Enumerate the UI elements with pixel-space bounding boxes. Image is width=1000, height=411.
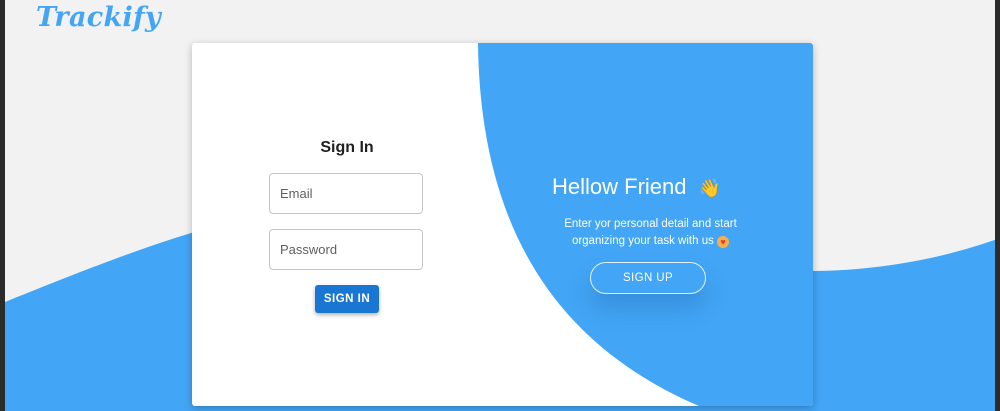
app-logo: Trackify <box>36 2 161 33</box>
signin-button[interactable]: SIGN IN <box>315 285 379 313</box>
signup-button-label: SIGN UP <box>622 272 674 284</box>
auth-card: Sign In Email Password SIGN IN Hellow Fr… <box>192 43 813 406</box>
signin-title: Sign In <box>320 139 374 156</box>
welcome-line-2: organizing your task with us <box>571 235 714 247</box>
welcome-description: Enter yor personal detail and start orga… <box>542 216 759 250</box>
window-frame-right <box>995 0 1000 411</box>
waving-hand-icon: 👋 <box>698 178 721 198</box>
smiling-face-with-hearts-icon: ♥ <box>717 236 730 248</box>
welcome-line-1: Enter yor personal detail and start <box>564 218 737 230</box>
signin-button-label: SIGN IN <box>323 293 371 305</box>
welcome-heading-text: Hellow Friend <box>552 174 687 199</box>
email-field[interactable]: Email <box>269 173 423 214</box>
signup-button[interactable]: SIGN UP <box>590 262 706 294</box>
email-placeholder: Email <box>280 186 313 201</box>
password-placeholder: Password <box>280 242 338 257</box>
welcome-heading: Hellow Friend 👋 <box>552 174 752 200</box>
password-field[interactable]: Password <box>269 229 423 270</box>
window-frame-left <box>0 0 5 411</box>
